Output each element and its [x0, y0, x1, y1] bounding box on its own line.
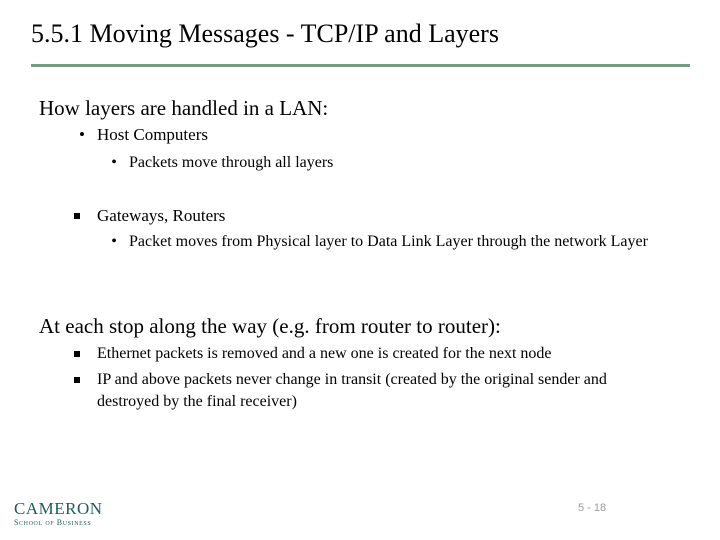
list-item-text: Ethernet packets is removed and a new on…	[97, 345, 552, 362]
square-bullet-icon	[74, 213, 80, 219]
bullet-icon: •	[111, 154, 117, 171]
slide-title: 5.5.1 Moving Messages - TCP/IP and Layer…	[31, 19, 499, 48]
sub-item-packets-all-layers: • Packets move through all layers	[111, 152, 334, 174]
square-bullet-icon	[74, 377, 80, 383]
logo-sub-text: School of Business	[14, 518, 92, 527]
sub-item-packet-moves: • Packet moves from Physical layer to Da…	[111, 231, 669, 253]
page-number: 5 - 18	[578, 502, 607, 514]
logo-main-text: CAMERON	[14, 499, 103, 518]
section-heading-lan: How layers are handled in a LAN:	[39, 96, 329, 120]
list-item-host-computers: • Host Computers	[79, 124, 208, 146]
section-heading-each-stop: At each stop along the way (e.g. from ro…	[39, 314, 501, 338]
bullet-icon: •	[79, 125, 85, 144]
list-item-text: Host Computers	[97, 125, 208, 144]
cameron-logo: CAMERON School of Business	[14, 500, 103, 528]
list-item-text: IP and above packets never change in tra…	[97, 371, 607, 410]
square-bullet-icon	[74, 351, 80, 357]
list-item-ethernet-packets: Ethernet packets is removed and a new on…	[74, 343, 687, 365]
list-item-text: Gateways, Routers	[97, 206, 226, 225]
list-item-ip-packets: IP and above packets never change in tra…	[74, 369, 657, 413]
list-item-gateways-routers: Gateways, Routers	[74, 205, 226, 227]
sub-item-text: Packet moves from Physical layer to Data…	[129, 233, 648, 250]
title-divider	[31, 64, 690, 67]
sub-item-text: Packets move through all layers	[129, 154, 334, 171]
bullet-icon: •	[111, 233, 117, 250]
